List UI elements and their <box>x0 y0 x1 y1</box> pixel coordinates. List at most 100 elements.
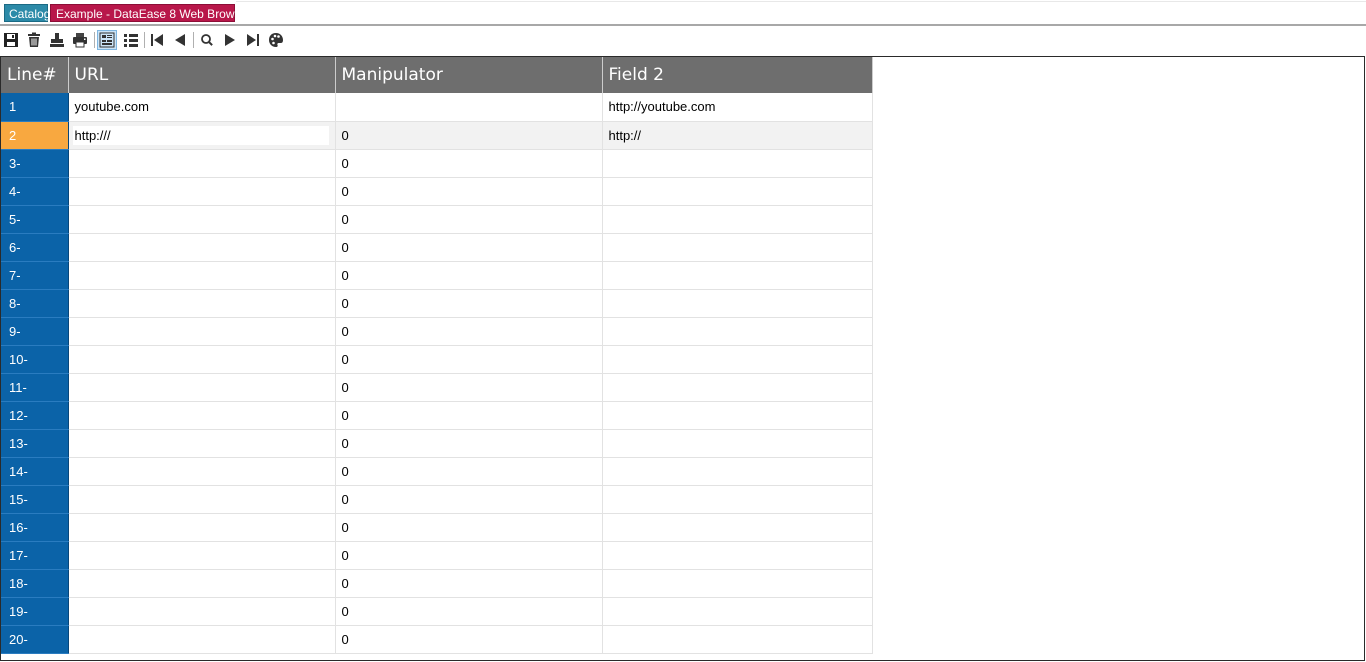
column-header-manipulator[interactable]: Manipulator <box>335 57 603 93</box>
row-line-number[interactable]: 10- <box>1 345 69 374</box>
url-cell[interactable] <box>68 149 336 178</box>
row-line-number[interactable]: 7- <box>1 261 69 290</box>
field-2-cell[interactable] <box>602 317 873 346</box>
list-view-button[interactable] <box>121 30 141 50</box>
manipulator-cell[interactable]: 0 <box>335 317 603 346</box>
manipulator-cell[interactable]: 0 <box>335 345 603 374</box>
manipulator-cell[interactable]: 0 <box>335 457 603 486</box>
save-button[interactable] <box>1 30 21 50</box>
manipulator-cell[interactable]: 0 <box>335 177 603 206</box>
first-record-button[interactable] <box>147 30 167 50</box>
print-button[interactable] <box>70 30 90 50</box>
manipulator-cell[interactable]: 0 <box>335 233 603 262</box>
delete-button[interactable] <box>24 30 44 50</box>
row-line-number[interactable]: 15- <box>1 485 69 514</box>
manipulator-cell[interactable]: 0 <box>335 373 603 402</box>
url-edit-input[interactable] <box>72 125 329 145</box>
url-cell[interactable] <box>68 457 336 486</box>
previous-record-button[interactable] <box>170 30 190 50</box>
field-2-cell[interactable] <box>602 625 873 654</box>
table-row[interactable]: 20- 0 <box>1 625 873 654</box>
form-view-button[interactable] <box>97 30 117 50</box>
manipulator-cell[interactable]: 0 <box>335 569 603 598</box>
url-cell[interactable] <box>68 485 336 514</box>
url-cell[interactable] <box>68 597 336 626</box>
table-row[interactable]: 18- 0 <box>1 569 873 598</box>
url-cell[interactable] <box>68 625 336 654</box>
url-cell[interactable] <box>68 345 336 374</box>
table-row[interactable]: 17- 0 <box>1 541 873 570</box>
table-row[interactable]: 2 0http:// <box>1 121 873 150</box>
manipulator-cell[interactable]: 0 <box>335 513 603 542</box>
url-cell[interactable] <box>68 513 336 542</box>
manipulator-cell[interactable]: 0 <box>335 541 603 570</box>
row-line-number[interactable]: 11- <box>1 373 69 402</box>
field-2-cell[interactable] <box>602 541 873 570</box>
row-line-number[interactable]: 9- <box>1 317 69 346</box>
field-2-cell[interactable] <box>602 569 873 598</box>
manipulator-cell[interactable]: 0 <box>335 121 603 150</box>
url-cell[interactable] <box>68 541 336 570</box>
field-2-cell[interactable] <box>602 401 873 430</box>
manipulator-cell[interactable]: 0 <box>335 485 603 514</box>
url-cell[interactable] <box>68 205 336 234</box>
field-2-cell[interactable]: http:// <box>602 121 873 150</box>
table-row[interactable]: 7- 0 <box>1 261 873 290</box>
table-row[interactable]: 19- 0 <box>1 597 873 626</box>
manipulator-cell[interactable]: 0 <box>335 261 603 290</box>
manipulator-cell[interactable]: 0 <box>335 597 603 626</box>
column-header-field-2[interactable]: Field 2 <box>602 57 873 93</box>
row-line-number[interactable]: 14- <box>1 457 69 486</box>
tab-catalog[interactable]: Catalog <box>4 4 50 22</box>
palette-button[interactable] <box>266 30 286 50</box>
field-2-cell[interactable] <box>602 597 873 626</box>
url-cell[interactable] <box>68 429 336 458</box>
row-line-number[interactable]: 20- <box>1 625 69 654</box>
url-cell[interactable] <box>68 569 336 598</box>
row-line-number[interactable]: 16- <box>1 513 69 542</box>
table-row[interactable]: 15- 0 <box>1 485 873 514</box>
manipulator-cell[interactable] <box>335 93 603 122</box>
row-line-number[interactable]: 12- <box>1 401 69 430</box>
next-record-button[interactable] <box>220 30 240 50</box>
manipulator-cell[interactable]: 0 <box>335 149 603 178</box>
field-2-cell[interactable] <box>602 289 873 318</box>
search-button[interactable] <box>197 30 217 50</box>
table-row[interactable]: 10- 0 <box>1 345 873 374</box>
manipulator-cell[interactable]: 0 <box>335 625 603 654</box>
row-line-number[interactable]: 19- <box>1 597 69 626</box>
table-row[interactable]: 12- 0 <box>1 401 873 430</box>
field-2-cell[interactable] <box>602 233 873 262</box>
table-row[interactable]: 6- 0 <box>1 233 873 262</box>
row-line-number[interactable]: 1 <box>1 93 69 122</box>
url-cell[interactable] <box>68 401 336 430</box>
table-row[interactable]: 3- 0 <box>1 149 873 178</box>
column-header-url[interactable]: URL <box>68 57 336 93</box>
table-row[interactable]: 9- 0 <box>1 317 873 346</box>
field-2-cell[interactable]: http://youtube.com <box>602 93 873 122</box>
row-line-number[interactable]: 6- <box>1 233 69 262</box>
field-2-cell[interactable] <box>602 261 873 290</box>
field-2-cell[interactable] <box>602 149 873 178</box>
field-2-cell[interactable] <box>602 373 873 402</box>
field-2-cell[interactable] <box>602 345 873 374</box>
manipulator-cell[interactable]: 0 <box>335 401 603 430</box>
table-row[interactable]: 14- 0 <box>1 457 873 486</box>
table-row[interactable]: 1 youtube.com http://youtube.com <box>1 93 873 122</box>
field-2-cell[interactable] <box>602 205 873 234</box>
field-2-cell[interactable] <box>602 513 873 542</box>
row-line-number[interactable]: 3- <box>1 149 69 178</box>
field-2-cell[interactable] <box>602 457 873 486</box>
url-cell[interactable] <box>68 261 336 290</box>
row-line-number[interactable]: 13- <box>1 429 69 458</box>
url-cell[interactable] <box>68 373 336 402</box>
row-line-number[interactable]: 4- <box>1 177 69 206</box>
row-line-number[interactable]: 18- <box>1 569 69 598</box>
manipulator-cell[interactable]: 0 <box>335 289 603 318</box>
table-row[interactable]: 13- 0 <box>1 429 873 458</box>
table-row[interactable]: 8- 0 <box>1 289 873 318</box>
table-row[interactable]: 4- 0 <box>1 177 873 206</box>
url-cell[interactable] <box>68 289 336 318</box>
table-row[interactable]: 5- 0 <box>1 205 873 234</box>
manipulator-cell[interactable]: 0 <box>335 429 603 458</box>
